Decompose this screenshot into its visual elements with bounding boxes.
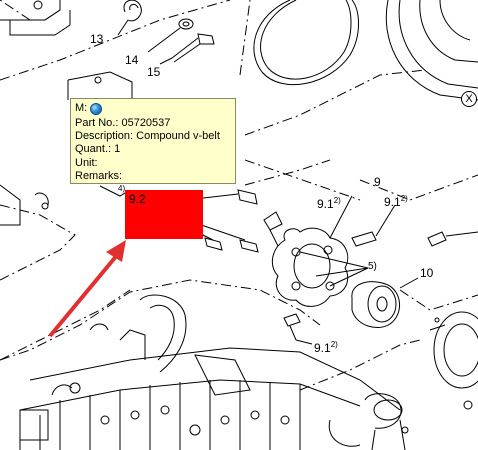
part-bolt-lower xyxy=(283,313,313,345)
globe-icon[interactable] xyxy=(90,103,103,115)
tooltip-quantity: Quant.: 1 xyxy=(75,143,121,156)
callout-9-1-a-footnote: 2) xyxy=(333,196,341,205)
callout-9-1-b: 9.12) xyxy=(384,194,408,209)
close-icon[interactable]: X xyxy=(461,91,477,107)
tooltip-m-row: M: xyxy=(75,101,231,117)
callout-9-1-b-footnote: 2) xyxy=(400,194,408,203)
callout-9-1-c: 9.12) xyxy=(314,340,338,355)
callout-9-1-b-label: 9.1 xyxy=(384,195,401,209)
dashed-engine-outline xyxy=(0,279,321,361)
callout-9: 9 xyxy=(374,175,381,189)
callout-13: 13 xyxy=(90,32,104,46)
tooltip-part-no: Part No.: 05720537 xyxy=(75,117,171,129)
parts-diagram xyxy=(0,0,478,450)
part-pulley xyxy=(271,195,353,307)
callout-5-leaders xyxy=(299,251,369,287)
hotspot-part-9-2[interactable]: 9.2 xyxy=(125,190,203,239)
part-screw-right xyxy=(351,204,396,247)
part-v-belt xyxy=(253,0,359,86)
tooltip-unit: Unit: xyxy=(75,156,98,169)
callout-9-1-c-footnote: 2) xyxy=(330,340,338,349)
part-fan-housing xyxy=(385,0,478,101)
part-housing-top-left xyxy=(0,0,71,36)
part-hose-clip xyxy=(117,0,142,36)
part-mount-left xyxy=(0,184,49,226)
callout-14: 14 xyxy=(125,53,139,67)
engine-block xyxy=(19,294,409,450)
callout-15: 15 xyxy=(147,65,161,79)
tooltip-remarks: Remarks: xyxy=(75,169,123,182)
callout-9-1-a-label: 9.1 xyxy=(317,197,334,211)
part-info-tooltip: M: Part No.: 05720537 Description: Compo… xyxy=(70,98,236,184)
part-hub xyxy=(351,277,419,328)
tooltip-m-label: M: xyxy=(75,102,88,115)
callout-9-1-c-label: 9.1 xyxy=(314,341,331,355)
hotspot-label: 9.2 xyxy=(129,192,146,206)
callout-9-1-a: 9.12) xyxy=(317,196,341,211)
tooltip-description: Description: Compound v-belt xyxy=(75,130,220,143)
pointer-arrow xyxy=(48,240,126,338)
part-bolt xyxy=(159,33,215,65)
part-flange-right xyxy=(427,231,478,410)
callout-10: 10 xyxy=(420,266,434,280)
callout-5: 5) xyxy=(368,261,377,272)
